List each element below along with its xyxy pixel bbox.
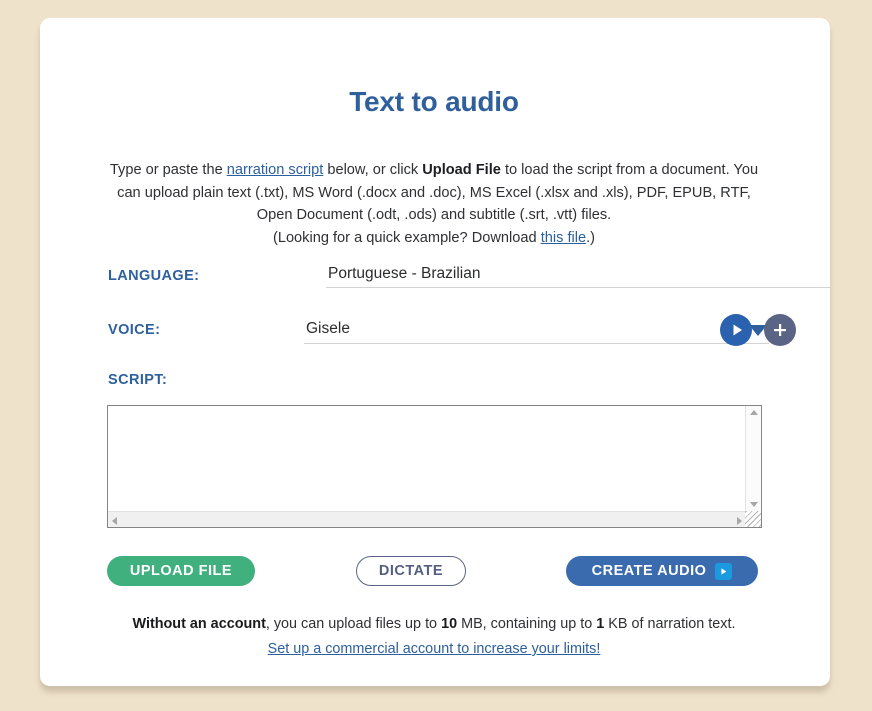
account-limits-note: Without an account, you can upload files… bbox=[104, 612, 764, 661]
page-root: Text to audio Type or paste the narratio… bbox=[0, 0, 872, 711]
voice-label: VOICE: bbox=[108, 322, 161, 338]
script-vertical-scrollbar[interactable] bbox=[745, 406, 761, 511]
scroll-up-arrow-icon[interactable] bbox=[750, 410, 758, 415]
scroll-left-arrow-icon[interactable] bbox=[112, 517, 117, 525]
voice-selected-value: Gisele bbox=[306, 320, 350, 337]
script-input[interactable] bbox=[108, 406, 746, 510]
script-textarea-container bbox=[107, 405, 762, 528]
page-title: Text to audio bbox=[349, 86, 519, 117]
dictate-button[interactable]: DICTATE bbox=[356, 556, 466, 586]
play-icon bbox=[715, 562, 733, 580]
language-select[interactable]: Portuguese - Brazilian bbox=[326, 263, 830, 288]
plus-icon bbox=[764, 314, 796, 346]
script-horizontal-scrollbar[interactable] bbox=[108, 511, 746, 527]
scroll-down-arrow-icon[interactable] bbox=[750, 502, 758, 507]
footer-size-value: 10 bbox=[441, 616, 458, 632]
example-suffix: .) bbox=[586, 229, 596, 246]
footer-bold-prefix: Without an account bbox=[132, 616, 266, 632]
footer-text-2: MB, containing up to bbox=[457, 616, 597, 632]
textarea-resize-handle[interactable] bbox=[745, 511, 761, 527]
commercial-account-link[interactable]: Set up a commercial account to increase … bbox=[104, 637, 764, 661]
upload-file-button-label: UPLOAD FILE bbox=[129, 563, 233, 579]
intro-paragraph: Type or paste the narration script below… bbox=[104, 159, 764, 249]
add-voice-button[interactable] bbox=[764, 314, 796, 346]
upload-file-button[interactable]: UPLOAD FILE bbox=[107, 556, 255, 586]
language-label: LANGUAGE: bbox=[108, 268, 200, 284]
footer-text-1: , you can upload files up to bbox=[265, 616, 442, 632]
example-prefix: (Looking for a quick example? Download bbox=[272, 229, 541, 246]
scroll-right-arrow-icon[interactable] bbox=[737, 517, 742, 525]
dictate-button-label: DICTATE bbox=[378, 563, 444, 579]
create-audio-button-label: CREATE AUDIO bbox=[591, 563, 707, 579]
this-file-link[interactable]: this file bbox=[541, 230, 586, 246]
narration-script-link[interactable]: narration script bbox=[227, 162, 324, 178]
text-to-audio-card: Text to audio Type or paste the narratio… bbox=[40, 18, 830, 686]
upload-file-emphasis: Upload File bbox=[422, 162, 501, 178]
intro-text-2: below, or click bbox=[323, 162, 423, 178]
play-icon bbox=[720, 314, 752, 346]
intro-text-1: Type or paste the bbox=[109, 162, 227, 178]
language-selected-value: Portuguese - Brazilian bbox=[328, 265, 481, 282]
footer-text-3: KB of narration text. bbox=[604, 616, 736, 632]
card-content: Text to audio Type or paste the narratio… bbox=[104, 18, 830, 686]
preview-voice-button[interactable] bbox=[720, 314, 752, 346]
example-line: (Looking for a quick example? Download t… bbox=[104, 227, 764, 250]
create-audio-button[interactable]: CREATE AUDIO bbox=[566, 556, 758, 586]
voice-select[interactable]: Gisele bbox=[304, 317, 769, 344]
script-label: SCRIPT: bbox=[108, 372, 168, 388]
